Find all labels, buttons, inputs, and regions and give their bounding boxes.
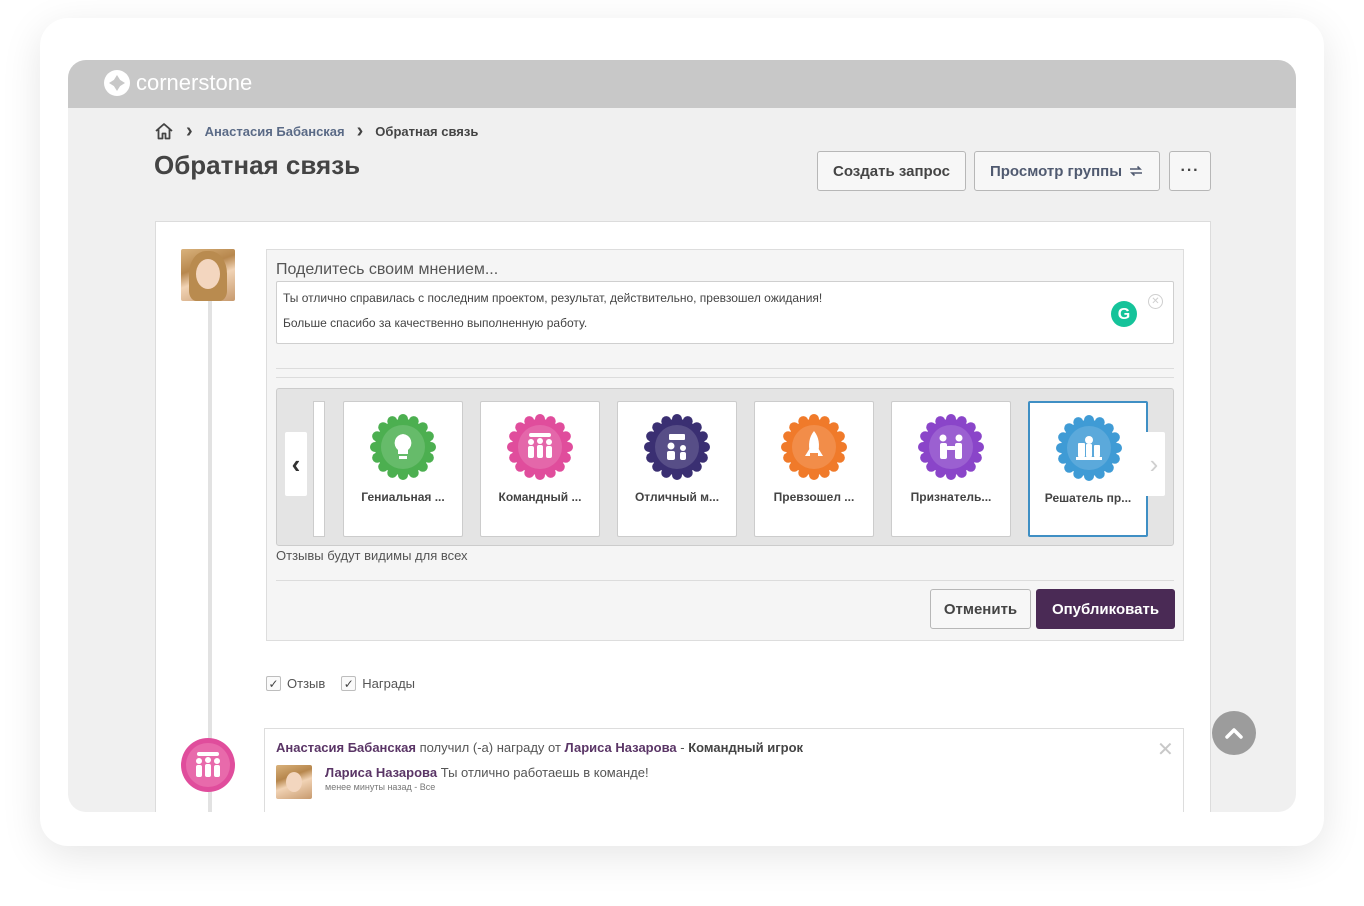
visibility-note: Отзывы будут видимы для всех — [276, 548, 468, 563]
recipient-link[interactable]: Анастасия Бабанская — [276, 740, 416, 755]
feedback-textarea[interactable]: Ты отлично справилась с последним проект… — [276, 281, 1174, 344]
badge-label: Отличный м... — [634, 490, 720, 504]
badge-card[interactable]: Признатель... — [891, 401, 1011, 537]
badge-card[interactable]: Превзошел ... — [754, 401, 874, 537]
top-bar: cornerstone — [68, 60, 1296, 108]
badge-label: Признатель... — [910, 490, 992, 504]
clear-icon[interactable]: ✕ — [1148, 294, 1163, 309]
view-group-label: Просмотр группы — [989, 162, 1123, 180]
badge-label: Превзошел ... — [773, 490, 855, 504]
app-frame: cornerstone › Анастасия Бабанская › Обра… — [68, 60, 1296, 812]
badge-card[interactable]: Командный ... — [480, 401, 600, 537]
feedback-composer: Поделитесь своим мнением... Ты отлично с… — [266, 249, 1184, 641]
lightbulb-icon — [370, 414, 436, 480]
comment-text: Ты отлично работаешь в команде! — [440, 765, 649, 780]
page-title: Обратная связь — [154, 150, 361, 180]
scroll-to-top-button[interactable] — [1212, 711, 1256, 755]
logo-text: cornerstone — [136, 70, 253, 95]
badge-card[interactable]: Решатель пр... — [1028, 401, 1148, 537]
feed-item: Анастасия Бабанская получил (-а) награду… — [264, 728, 1184, 812]
divider — [276, 368, 1174, 369]
badge-label: Решатель пр... — [1044, 491, 1132, 505]
feedback-text-line-2: Больше спасибо за качественно выполненну… — [283, 316, 588, 330]
logo[interactable]: cornerstone — [104, 70, 252, 96]
rocket-icon — [781, 414, 847, 480]
handshake-icon — [918, 414, 984, 480]
badge-card-partial — [313, 401, 325, 537]
comment-author-link[interactable]: Лариса Назарова — [325, 765, 437, 780]
breadcrumb-parent-link[interactable]: Анастасия Бабанская — [205, 124, 345, 139]
filter-feedback-checkbox[interactable]: ✓ — [266, 676, 281, 691]
publish-button[interactable]: Опубликовать — [1036, 589, 1175, 629]
avatar — [181, 249, 235, 301]
composer-prompt: Поделитесь своим мнением... — [276, 261, 499, 278]
chevron-right-icon: › — [186, 120, 193, 142]
feed-separator: - — [680, 740, 685, 755]
chevron-right-icon: › — [356, 120, 364, 142]
award-name: Командный игрок — [688, 740, 804, 755]
comment-timestamp: менее минуты назад - Все — [325, 782, 436, 792]
avatar — [276, 765, 312, 799]
feed-filters: ✓ Отзыв ✓ Награды — [266, 676, 425, 691]
switch-icon — [1130, 165, 1143, 177]
feed-headline: Анастасия Бабанская получил (-а) награду… — [276, 740, 803, 755]
close-icon[interactable]: ✕ — [1157, 737, 1174, 762]
filter-awards-label: Награды — [362, 676, 416, 691]
mentor-icon — [644, 414, 710, 480]
more-options-button[interactable]: ··· — [1169, 151, 1211, 191]
team-player-badge-icon — [181, 738, 235, 792]
home-icon[interactable] — [154, 122, 174, 140]
divider — [276, 580, 1174, 581]
chevron-up-icon — [1225, 728, 1243, 739]
feedback-text-line-1: Ты отлично справилась с последним проект… — [283, 291, 823, 305]
view-group-button[interactable]: Просмотр группы — [974, 151, 1160, 191]
timeline-line — [208, 278, 212, 812]
filter-awards-checkbox[interactable]: ✓ — [341, 676, 357, 691]
breadcrumb-current: Обратная связь — [375, 123, 479, 139]
grammarly-icon[interactable]: G — [1111, 301, 1137, 327]
feed-comment: Лариса Назарова Ты отлично работаешь в к… — [325, 765, 649, 780]
badge-card[interactable]: Отличный м... — [617, 401, 737, 537]
giver-link[interactable]: Лариса Назарова — [565, 740, 677, 755]
team-icon — [507, 414, 573, 480]
badge-carousel: ‹ Гениальная ... Командный ... Отличный м.… — [276, 388, 1174, 546]
feed-action-text: получил (-а) награду от — [419, 740, 561, 755]
chess-icon — [1056, 415, 1122, 481]
cancel-button[interactable]: Отменить — [930, 589, 1031, 629]
badge-label: Командный ... — [498, 490, 582, 504]
feedback-panel: Поделитесь своим мнением... Ты отлично с… — [155, 221, 1211, 812]
filter-feedback-label: Отзыв — [287, 676, 326, 691]
breadcrumb: › Анастасия Бабанская › Обратная связь — [154, 120, 479, 142]
badge-card[interactable]: Гениальная ... — [343, 401, 463, 537]
divider — [276, 377, 1174, 378]
badge-label: Гениальная ... — [361, 490, 445, 504]
carousel-prev-button[interactable]: ‹ — [285, 432, 307, 496]
carousel-next-button[interactable]: › — [1143, 432, 1165, 496]
create-request-button[interactable]: Создать запрос — [817, 151, 966, 191]
cornerstone-logo-icon — [104, 70, 130, 96]
